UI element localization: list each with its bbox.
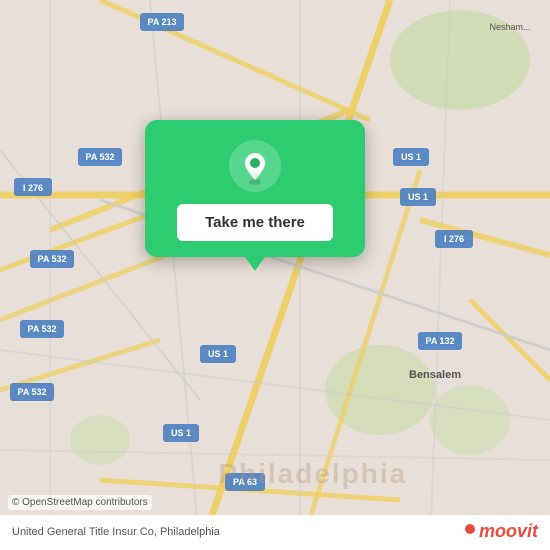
city-watermark: Philadelphia [218, 458, 407, 490]
svg-text:PA 532: PA 532 [85, 152, 114, 162]
location-pin-icon [229, 140, 281, 192]
svg-text:Nesham...: Nesham... [489, 22, 530, 32]
svg-text:US 1: US 1 [208, 349, 228, 359]
svg-text:US 1: US 1 [401, 152, 421, 162]
place-name-label: United General Title Insur Co, Philadelp… [12, 526, 220, 538]
moovit-logo: moovit [465, 521, 538, 542]
svg-text:US 1: US 1 [408, 192, 428, 202]
svg-text:US 1: US 1 [171, 428, 191, 438]
svg-text:I 276: I 276 [444, 234, 464, 244]
moovit-text: moovit [479, 521, 538, 542]
location-popup: Take me there [145, 120, 365, 257]
svg-text:PA 532: PA 532 [17, 387, 46, 397]
svg-text:PA 532: PA 532 [37, 254, 66, 264]
moovit-dot [465, 524, 475, 534]
svg-text:PA 132: PA 132 [425, 336, 454, 346]
map-attribution: © OpenStreetMap contributors [8, 495, 152, 510]
svg-text:PA 213: PA 213 [147, 17, 176, 27]
map-container: PA 213 I 276 PA 532 PA 532 PA 532 PA 532… [0, 0, 550, 550]
svg-text:I 276: I 276 [23, 183, 43, 193]
bottom-bar: United General Title Insur Co, Philadelp… [0, 515, 550, 550]
svg-text:Bensalem: Bensalem [409, 369, 461, 381]
take-me-there-button[interactable]: Take me there [177, 204, 333, 241]
svg-text:PA 532: PA 532 [27, 324, 56, 334]
